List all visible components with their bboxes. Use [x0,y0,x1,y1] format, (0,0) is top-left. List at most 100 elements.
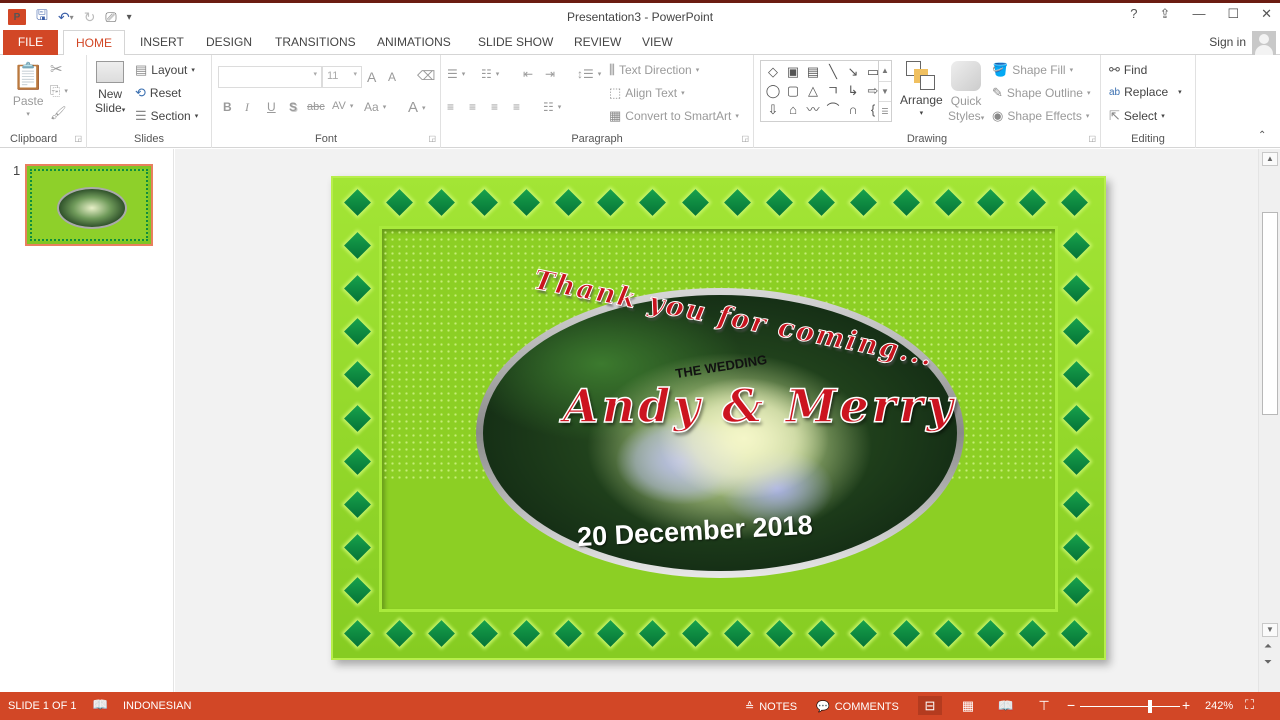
shape-option[interactable]: ∩ [843,100,863,119]
gallery-scroll[interactable]: ▲ ▼ ☰ [878,60,892,122]
bold-button[interactable]: B [223,100,232,114]
reset-button[interactable]: ⟲ Reset [135,85,181,101]
tab-insert[interactable]: INSERT [128,30,196,55]
tab-view[interactable]: VIEW [630,30,685,55]
tab-transitions[interactable]: TRANSITIONS [263,30,368,55]
dialog-launcher-icon[interactable]: ◲ [74,134,82,143]
fit-to-window-icon[interactable]: ⛶ [1245,697,1254,713]
shape-option[interactable]: ▤ [803,62,823,81]
zoom-level[interactable]: 242% [1205,700,1233,712]
maximize-icon[interactable]: ☐ [1227,6,1239,22]
vertical-scrollbar[interactable]: ▲ ▼ ⏶ ⏷ [1258,149,1280,692]
dialog-launcher-icon[interactable]: ◲ [1088,134,1096,143]
strikethrough-button[interactable]: abc [307,101,325,113]
underline-button[interactable]: U [267,100,276,114]
decrease-indent-icon[interactable]: ⇤ [523,67,533,81]
grow-font-button[interactable]: A [367,69,376,85]
copy-icon[interactable]: ⎘ ▾ [50,83,68,99]
change-case-button[interactable]: Aa ▾ [364,100,386,114]
section-button[interactable]: ☰ Section ▾ [135,108,198,124]
shrink-font-button[interactable]: A [388,70,396,84]
arrange-button[interactable]: Arrange ▾ [900,61,943,117]
slide-show-button[interactable]: ⊤ [1032,696,1056,715]
paste-button[interactable]: 📋 Paste ▾ [12,61,44,118]
sign-in-link[interactable]: Sign in [1209,35,1246,49]
select-button[interactable]: ⇱ Select ▾ [1109,108,1165,124]
tab-animations[interactable]: ANIMATIONS [365,30,463,55]
zoom-slider-thumb[interactable] [1148,700,1152,713]
tab-slide-show[interactable]: SLIDE SHOW [466,30,565,55]
numbering-icon[interactable]: ☷ ▾ [481,67,499,81]
find-button[interactable]: ⚯ Find [1109,62,1147,78]
zoom-out-icon[interactable]: − [1067,697,1075,713]
comments-button[interactable]: 💬 COMMENTS [816,700,899,714]
ribbon-display-options-icon[interactable]: ⇪ [1160,6,1171,22]
language-indicator[interactable]: INDONESIAN [123,700,191,712]
shape-option[interactable]: ◯ [763,81,783,100]
slide-thumbnail[interactable] [25,164,153,246]
scroll-down-icon[interactable]: ▼ [1262,623,1278,637]
minimize-icon[interactable]: — [1192,6,1205,22]
align-right-icon[interactable]: ≡ [491,100,498,114]
line-spacing-icon[interactable]: ↕☰ ▾ [577,67,601,81]
zoom-in-icon[interactable]: + [1182,697,1190,713]
italic-button[interactable]: I [245,100,249,115]
shape-option[interactable]: ㄱ [823,81,843,100]
font-color-button[interactable]: A ▾ [408,99,426,116]
user-avatar-icon[interactable] [1252,31,1276,55]
shape-option[interactable]: ⇩ [763,100,783,119]
reading-view-button[interactable]: 📖 [994,696,1018,715]
close-icon[interactable]: ✕ [1261,6,1272,22]
align-left-icon[interactable]: ≡ [447,100,454,114]
tab-file[interactable]: FILE [3,30,58,55]
new-slide-button[interactable]: New Slide▾ [95,61,125,118]
slide[interactable]: Thank you for coming... THE WEDDING Andy… [331,176,1106,660]
shape-option[interactable]: ⌂ [783,100,803,119]
layout-button[interactable]: ▤ Layout ▾ [135,62,195,78]
couple-names[interactable]: Andy & Merry [562,378,956,434]
next-slide-icon[interactable]: ⏷ [1264,657,1272,668]
scroll-up-icon[interactable]: ▲ [1262,152,1278,166]
tab-review[interactable]: REVIEW [562,30,633,55]
font-size-dropdown[interactable]: 11 ▾ [322,66,362,88]
align-center-icon[interactable]: ≡ [469,100,476,114]
convert-smartart-button[interactable]: ▦ Convert to SmartArt ▾ [609,108,739,124]
shape-option[interactable]: △ [803,81,823,100]
clear-formatting-icon[interactable]: ⌫ [417,68,435,84]
increase-indent-icon[interactable]: ⇥ [545,67,555,81]
tab-home[interactable]: HOME [63,30,125,56]
collapse-ribbon-icon[interactable]: ⌃ [1258,130,1266,141]
character-spacing-button[interactable]: AV ▾ [332,100,353,112]
align-text-button[interactable]: ⬚ Align Text ▾ [609,85,685,101]
justify-icon[interactable]: ≡ [513,100,520,114]
shape-fill-button[interactable]: 🪣 Shape Fill ▾ [992,62,1073,78]
replace-button[interactable]: ab Replace ▾ [1109,85,1182,99]
shape-effects-button[interactable]: ◉ Shape Effects ▾ [992,108,1089,124]
shape-option[interactable]: 〰 [803,100,823,119]
shape-option[interactable]: ╲ [823,62,843,81]
quick-styles-button[interactable]: Quick Styles▾ [948,61,984,126]
format-painter-icon[interactable]: 🖌 [50,105,67,121]
notes-button[interactable]: ≙ NOTES [745,700,797,714]
text-direction-button[interactable]: ⫼ Text Direction ▾ [609,62,699,78]
shape-option[interactable]: ▢ [783,81,803,100]
shape-option[interactable]: ⌒ [823,100,843,119]
dialog-launcher-icon[interactable]: ◲ [428,134,436,143]
bullets-icon[interactable]: ☰ ▾ [447,67,465,81]
scroll-thumb[interactable] [1262,212,1278,415]
shape-option[interactable]: ◇ [763,62,783,81]
cut-icon[interactable]: ✂ [50,60,63,78]
shape-option[interactable]: ▣ [783,62,803,81]
spell-check-icon[interactable]: 📖 [92,697,108,713]
columns-icon[interactable]: ☷ ▾ [543,100,561,114]
text-shadow-button[interactable]: S [289,100,297,114]
shape-option[interactable]: ↘ [843,62,863,81]
normal-view-button[interactable]: ⊟ [918,696,942,715]
slide-sorter-button[interactable]: ▦ [956,696,980,715]
zoom-slider-track[interactable] [1080,706,1180,707]
shape-outline-button[interactable]: ✎ Shape Outline ▾ [992,85,1090,101]
font-name-dropdown[interactable]: ▾ [218,66,322,88]
previous-slide-icon[interactable]: ⏶ [1264,641,1272,652]
tab-design[interactable]: DESIGN [194,30,264,55]
help-icon[interactable]: ? [1130,6,1137,22]
